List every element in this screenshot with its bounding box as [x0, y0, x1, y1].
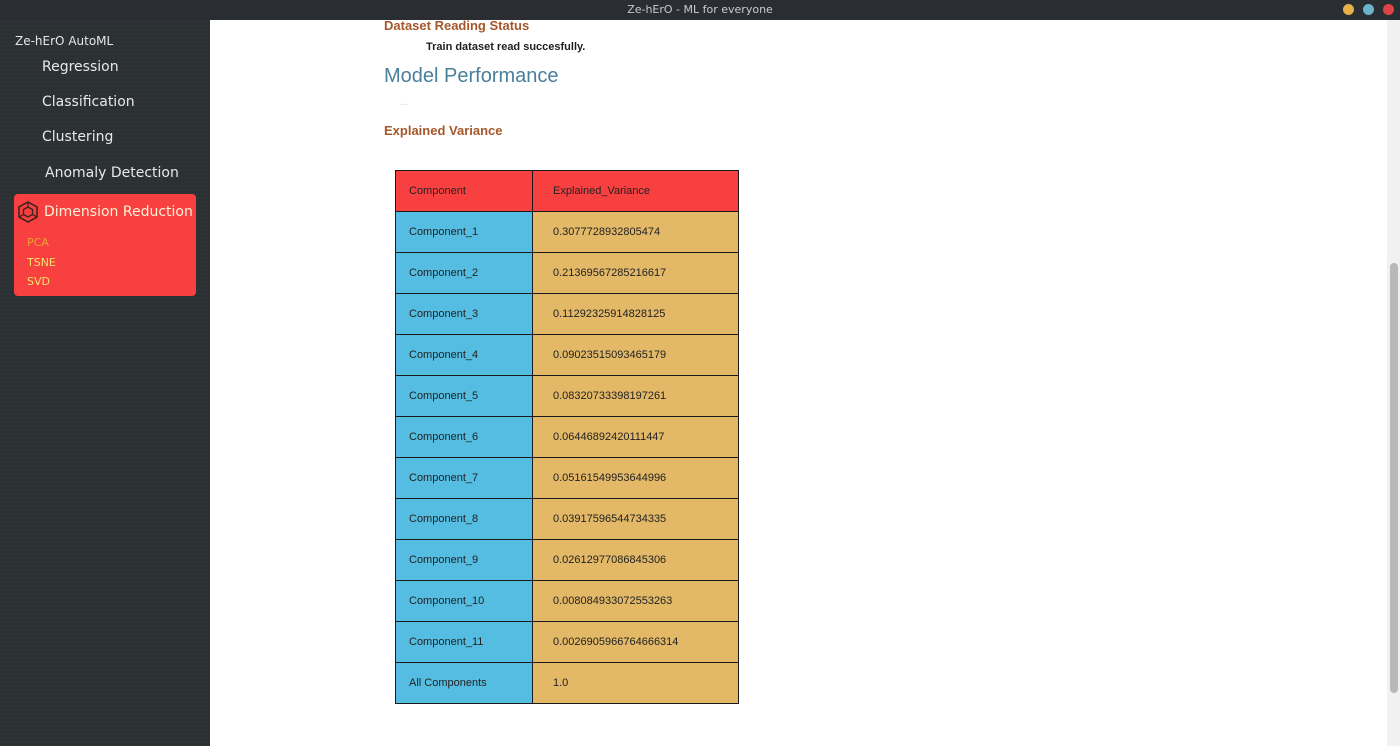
table-row: Component_4 0.09023515093465179	[395, 334, 739, 376]
explained-variance-heading: Explained Variance	[384, 123, 503, 138]
subitem-svd[interactable]: SVD	[27, 275, 50, 288]
component-cell: Component_3	[395, 293, 533, 335]
sidebar-item-label: Clustering	[42, 129, 114, 145]
close-button[interactable]	[1383, 4, 1394, 15]
subitem-tsne[interactable]: TSNE	[27, 256, 56, 269]
sidebar: Ze-hErO AutoML Regression Classification…	[0, 20, 210, 746]
sidebar-item-regression[interactable]: Regression	[16, 53, 196, 81]
variance-cell: 0.03917596544734335	[532, 498, 739, 540]
variance-cell: 0.09023515093465179	[532, 334, 739, 376]
variance-cell: 0.008084933072553263	[532, 580, 739, 622]
table-row: Component_9 0.02612977086845306	[395, 539, 739, 581]
table-row: Component_3 0.11292325914828125	[395, 293, 739, 335]
subitem-pca[interactable]: PCA	[27, 236, 49, 249]
table-row: Component_7 0.05161549953644996	[395, 457, 739, 499]
component-cell: Component_2	[395, 252, 533, 294]
component-cell: Component_10	[395, 580, 533, 622]
sidebar-item-label: Dimension Reduction	[44, 204, 193, 220]
sidebar-item-label: Anomaly Detection	[45, 165, 179, 181]
component-cell: Component_1	[395, 211, 533, 253]
variance-cell: 0.08320733398197261	[532, 375, 739, 417]
dimension-reduction-header[interactable]: Dimension Reduction	[16, 200, 193, 224]
table-row: All Components 1.0	[395, 662, 739, 704]
variance-cell: 0.02612977086845306	[532, 539, 739, 581]
sidebar-item-label: Classification	[42, 94, 135, 110]
table-row: Component_6 0.06446892420111447	[395, 416, 739, 458]
variance-cell: 1.0	[532, 662, 739, 704]
vertical-scrollbar[interactable]	[1387, 20, 1400, 746]
sidebar-item-anomaly-detection[interactable]: Anomaly Detection	[16, 159, 196, 187]
scrollbar-thumb[interactable]	[1390, 263, 1398, 693]
clustering-icon	[16, 127, 36, 147]
regression-icon	[16, 57, 36, 77]
table-row: Component_1 0.3077728932805474	[395, 211, 739, 253]
anomaly-icon	[16, 163, 36, 183]
brand-title: Ze-hErO AutoML	[15, 34, 114, 48]
main-content: Dataset Reading Status Train dataset rea…	[210, 18, 1387, 746]
minimize-button[interactable]	[1343, 4, 1354, 15]
variance-cell: 0.05161549953644996	[532, 457, 739, 499]
variance-cell: 0.0026905966764666314	[532, 621, 739, 663]
cube-icon	[18, 201, 38, 223]
sidebar-item-classification[interactable]: Classification	[16, 88, 196, 116]
component-cell: Component_5	[395, 375, 533, 417]
table-row: Component_10 0.008084933072553263	[395, 580, 739, 622]
variance-cell: 0.06446892420111447	[532, 416, 739, 458]
loading-placeholder: ...	[400, 98, 409, 108]
table-row: Component_8 0.03917596544734335	[395, 498, 739, 540]
explained-variance-table: Component Explained_Variance Component_1…	[395, 170, 739, 704]
component-cell: Component_4	[395, 334, 533, 376]
window-title: Ze-hErO - ML for everyone	[627, 3, 773, 16]
sidebar-item-dimension-reduction[interactable]: Dimension Reduction PCA TSNE SVD	[14, 194, 196, 296]
classification-icon	[16, 92, 36, 112]
component-cell: Component_9	[395, 539, 533, 581]
component-cell: All Components	[395, 662, 533, 704]
component-cell: Component_6	[395, 416, 533, 458]
sidebar-item-label: Regression	[42, 59, 119, 75]
dataset-status-message: Train dataset read succesfully.	[426, 41, 586, 53]
table-row: Component_5 0.08320733398197261	[395, 375, 739, 417]
variance-cell: 0.21369567285216617	[532, 252, 739, 294]
model-performance-heading: Model Performance	[384, 65, 559, 87]
column-header-explained-variance: Explained_Variance	[532, 170, 739, 212]
table-row: Component_11 0.0026905966764666314	[395, 621, 739, 663]
variance-cell: 0.11292325914828125	[532, 293, 739, 335]
component-cell: Component_7	[395, 457, 533, 499]
maximize-button[interactable]	[1363, 4, 1374, 15]
column-header-component: Component	[395, 170, 533, 212]
table-header-row: Component Explained_Variance	[395, 170, 739, 212]
component-cell: Component_8	[395, 498, 533, 540]
window-titlebar: Ze-hErO - ML for everyone	[0, 0, 1400, 20]
dataset-status-heading: Dataset Reading Status	[384, 18, 530, 33]
variance-cell: 0.3077728932805474	[532, 211, 739, 253]
table-row: Component_2 0.21369567285216617	[395, 252, 739, 294]
sidebar-item-clustering[interactable]: Clustering	[16, 123, 196, 151]
window-controls	[1343, 4, 1394, 15]
component-cell: Component_11	[395, 621, 533, 663]
